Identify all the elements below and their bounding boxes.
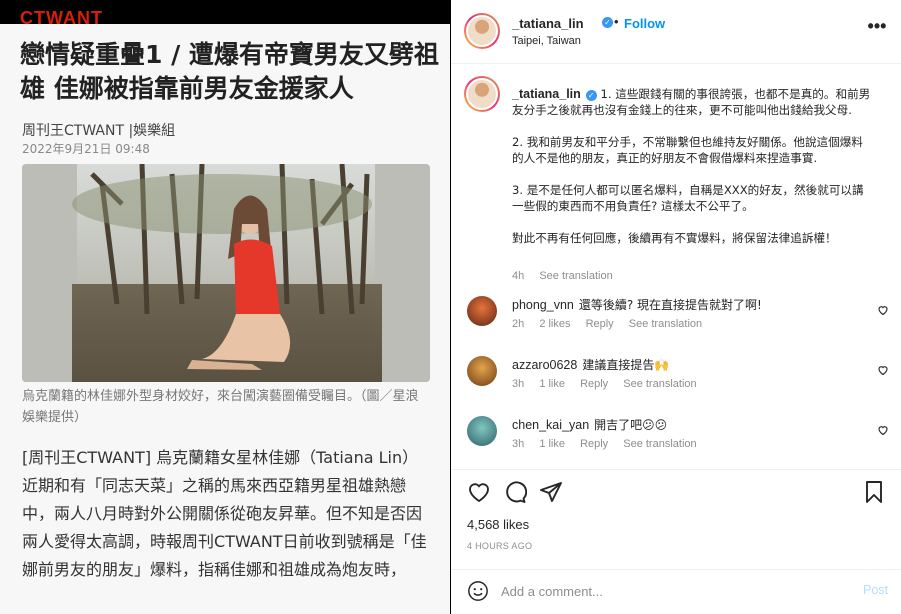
more-options-icon[interactable]: ••• <box>867 17 887 40</box>
comment-see-translation[interactable]: See translation <box>629 318 702 330</box>
comment-likes[interactable]: 1 like <box>539 378 565 390</box>
screen: CTWANT 戀情疑重疊1 / 遭爆有帝寶男友又劈祖雄 佳娜被指靠前男友金援家人… <box>0 0 901 614</box>
comment-username[interactable]: chen_kai_yan <box>512 418 589 432</box>
post-username[interactable]: _tatiana_lin <box>512 16 584 31</box>
ctwant-logo: CTWANT <box>20 11 103 24</box>
article-byline: 周刊王CTWANT |娛樂組 <box>22 123 176 139</box>
comment-avatar[interactable] <box>467 416 497 446</box>
comment-see-translation[interactable]: See translation <box>623 378 696 390</box>
comment-username[interactable]: azzaro0628 <box>512 358 577 372</box>
comment-like-heart-icon[interactable] <box>877 364 889 376</box>
post-timestamp: 4 HOURS AGO <box>467 541 533 551</box>
comment-time: 3h <box>512 438 525 450</box>
likes-count[interactable]: 4,568 likes <box>467 517 529 532</box>
caption-time: 4h <box>512 270 525 282</box>
comment-meta: 2h 2 likes Reply See translation <box>512 318 714 330</box>
comment-icon[interactable] <box>503 480 528 504</box>
caption-username[interactable]: _tatiana_lin <box>512 87 581 101</box>
comments-scroll-area[interactable]: _tatiana_lin ✓ 1. 這些跟錢有關的事很誇張，也都不是真的。和前男友… <box>451 64 901 469</box>
instagram-post-panel: _tatiana_lin ✓ • Follow Taipei, Taiwan •… <box>451 0 901 614</box>
comment-text: phong_vnn 還等後續? 現在直接提告就對了啊! <box>512 297 852 313</box>
caption-text: _tatiana_lin ✓ 1. 這些跟錢有關的事很誇張，也都不是真的。和前男友… <box>512 86 872 262</box>
comment-avatar[interactable] <box>467 296 497 326</box>
article-body: [周刊王CTWANT] 烏克蘭籍女星林佳娜（Tatiana Lin）近期和有「同… <box>22 448 427 579</box>
comment-likes[interactable]: 2 likes <box>539 318 570 330</box>
comment-reply-button[interactable]: Reply <box>586 318 614 330</box>
comment-see-translation[interactable]: See translation <box>623 438 696 450</box>
comment-time: 3h <box>512 378 525 390</box>
comment-meta: 3h 1 like Reply See translation <box>512 438 709 450</box>
heart-icon[interactable] <box>467 480 491 504</box>
comment-like-heart-icon[interactable] <box>877 424 889 436</box>
comment-text: azzaro0628 建議直接提告🙌 <box>512 357 852 373</box>
action-icons-row <box>467 480 887 506</box>
comment-likes[interactable]: 1 like <box>539 438 565 450</box>
comment-avatar[interactable] <box>467 356 497 386</box>
post-header: _tatiana_lin ✓ • Follow Taipei, Taiwan •… <box>451 0 901 64</box>
caption-paragraph-4: 對此不再有任何回應，後續再有不實爆料，將保留法律追訴權！ <box>512 231 837 245</box>
follow-button[interactable]: Follow <box>624 16 665 31</box>
forest-photo-illustration <box>22 164 430 382</box>
article-image: CTWANT 戀情疑重疊1 / 遭爆有帝寶男友又劈祖雄 佳娜被指靠前男友金援家人… <box>0 0 450 614</box>
caption-avatar[interactable] <box>464 76 500 112</box>
caption-paragraph-3: 3. 是不是任何人都可以匿名爆料，自稱是XXX的好友，然後就可以講一些假的東西而… <box>512 183 864 213</box>
header-separator: • <box>614 14 619 29</box>
emoji-icon[interactable] <box>467 580 489 602</box>
comment-meta: 3h 1 like Reply See translation <box>512 378 709 390</box>
comment-reply-button[interactable]: Reply <box>580 378 608 390</box>
comment-body: 開吉了吧😕😕 <box>594 418 668 432</box>
add-comment-bar: Post <box>451 569 901 614</box>
comment-item: chen_kai_yan 開吉了吧😕😕 3h 1 like Reply See t… <box>451 416 901 469</box>
comment-username[interactable]: phong_vnn <box>512 298 574 312</box>
comment-body: 還等後續? 現在直接提告就對了啊! <box>578 298 762 312</box>
comment-item: phong_vnn 還等後續? 現在直接提告就對了啊! 2h 2 likes Re… <box>451 296 901 350</box>
post-location[interactable]: Taipei, Taiwan <box>512 35 581 47</box>
caption-paragraph-2: 2. 我和前男友和平分手，不常聯繫但也維持友好關係。他說這個爆料的人不是他的朋友… <box>512 135 863 165</box>
comment-body: 建議直接提告🙌 <box>582 358 670 372</box>
caption-see-translation[interactable]: See translation <box>539 270 612 282</box>
add-comment-input[interactable] <box>501 580 831 602</box>
caption-meta: 4h See translation <box>512 270 625 282</box>
profile-avatar[interactable] <box>464 13 500 49</box>
post-actions: 4,568 likes 4 HOURS AGO Post <box>451 469 901 614</box>
comment-item: azzaro0628 建議直接提告🙌 3h 1 like Reply See tr… <box>451 356 901 410</box>
verified-badge-icon: ✓ <box>585 90 597 101</box>
comment-reply-button[interactable]: Reply <box>580 438 608 450</box>
article-photo <box>22 164 430 382</box>
comment-text: chen_kai_yan 開吉了吧😕😕 <box>512 417 852 433</box>
post-comment-button[interactable]: Post <box>863 583 888 597</box>
article-date: 2022年9月21日 09:48 <box>22 142 150 156</box>
comment-like-heart-icon[interactable] <box>877 304 889 316</box>
article-photo-caption: 烏克蘭籍的林佳娜外型身材姣好，來台闖演藝圈備受矚目。（圖／星浪娛樂提供） <box>22 389 419 425</box>
comment-time: 2h <box>512 318 525 330</box>
share-icon[interactable] <box>539 480 563 504</box>
save-icon[interactable] <box>862 480 886 504</box>
article-headline: 戀情疑重疊1 / 遭爆有帝寶男友又劈祖雄 佳娜被指靠前男友金援家人 <box>20 40 439 103</box>
verified-badge-icon: ✓ <box>602 17 613 28</box>
